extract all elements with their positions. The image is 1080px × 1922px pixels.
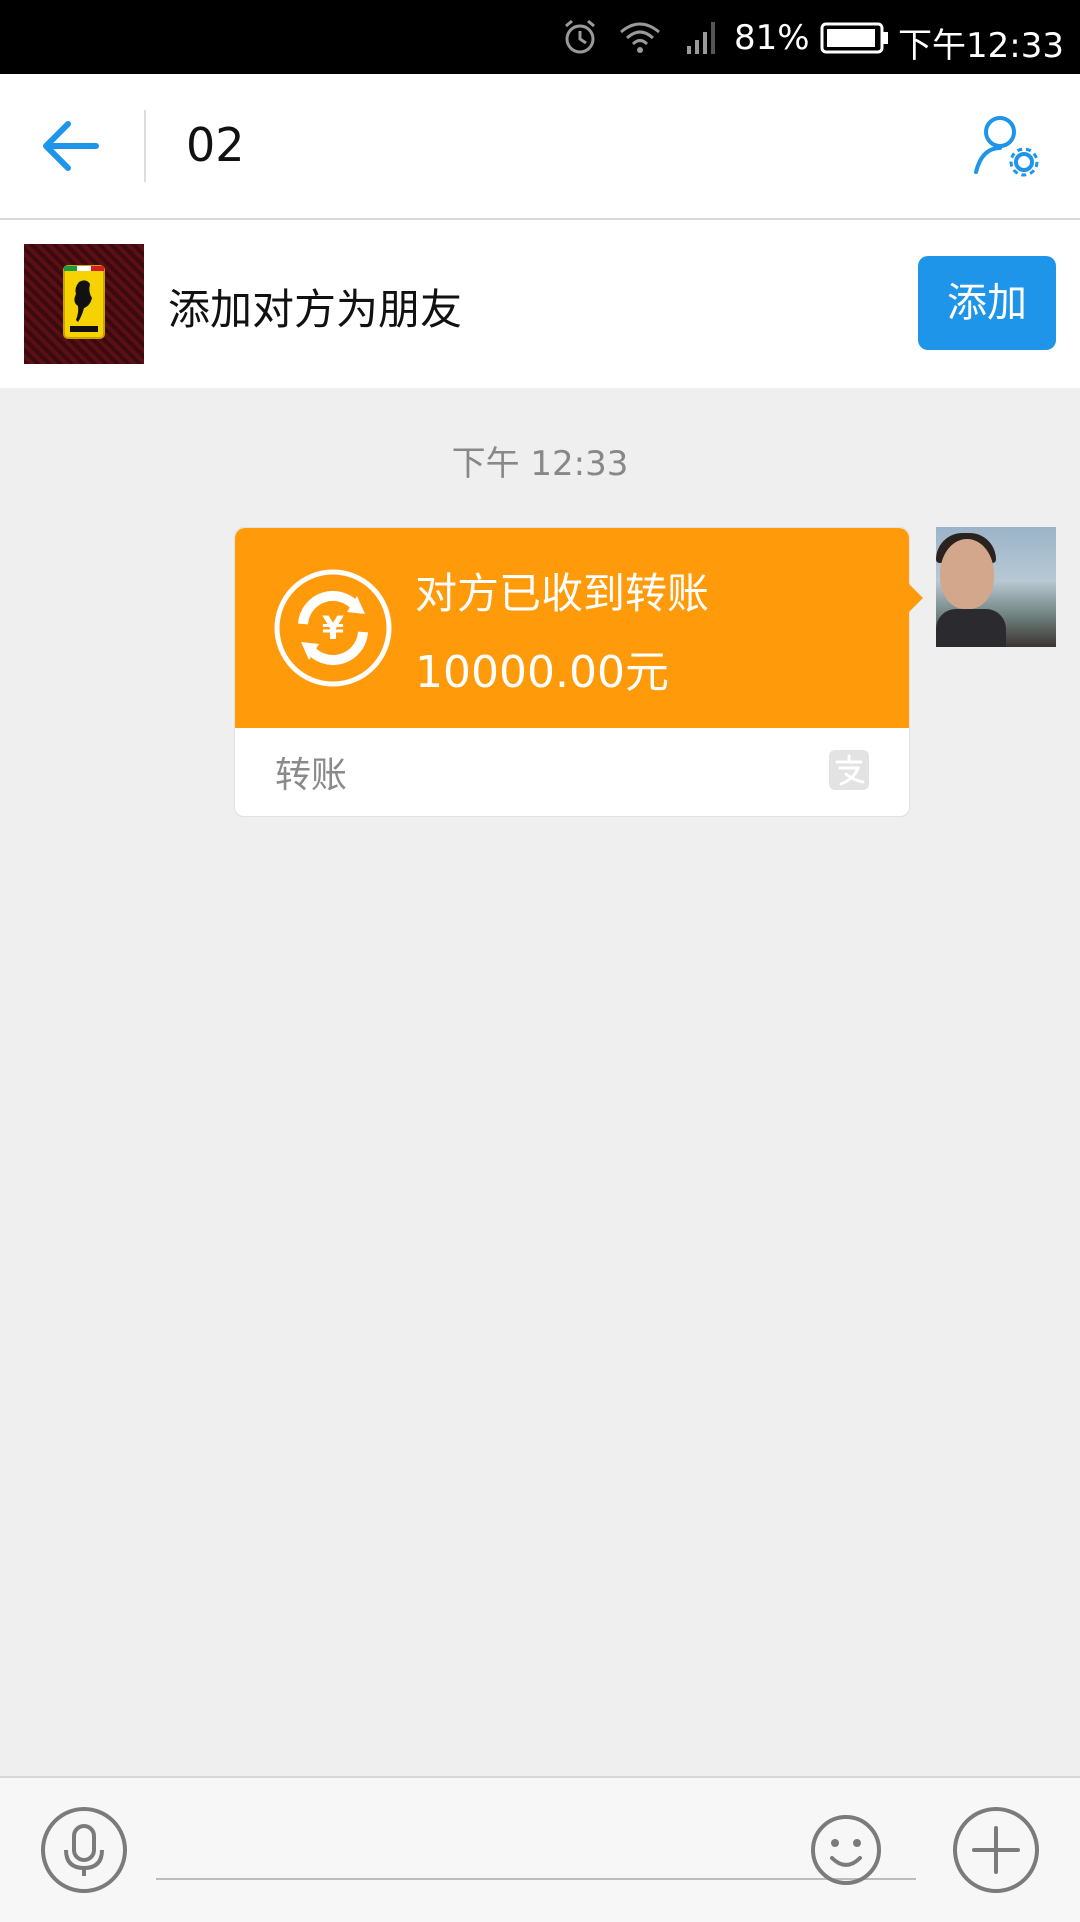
avatar-face xyxy=(940,539,994,609)
add-friend-label: 添加对方为朋友 xyxy=(168,285,463,334)
transfer-card-header: ¥ 对方已收到转账 10000.00元 xyxy=(235,528,909,728)
alipay-icon xyxy=(829,750,869,790)
bubble-tail xyxy=(907,582,923,614)
profile-settings-icon xyxy=(974,116,1039,177)
transfer-message-card[interactable]: ¥ 对方已收到转账 10000.00元 转账 xyxy=(234,527,923,817)
status-time: 下午12:33 xyxy=(898,26,1064,66)
transfer-card-footer: 转账 xyxy=(235,728,909,816)
status-bar: 81% 下午12:33 xyxy=(0,0,1080,74)
chat-header: 02 xyxy=(0,74,1080,220)
chat-title: 02 xyxy=(186,118,245,172)
back-button[interactable] xyxy=(40,118,102,174)
add-friend-button[interactable]: 添加 xyxy=(918,256,1056,350)
transfer-coin-icon: ¥ xyxy=(274,569,392,687)
signal-icon xyxy=(687,22,715,54)
back-arrow-icon xyxy=(43,121,99,171)
alarm-icon xyxy=(565,19,595,54)
emoji-button[interactable] xyxy=(810,1814,882,1886)
more-actions-button[interactable] xyxy=(952,1806,1040,1894)
transfer-status: 对方已收到转账 xyxy=(415,569,710,618)
battery-percent: 81% xyxy=(734,18,810,58)
ferrari-logo-icon xyxy=(63,265,105,339)
header-divider xyxy=(144,110,146,182)
microphone-icon xyxy=(41,1807,127,1893)
my-avatar[interactable] xyxy=(936,527,1056,647)
add-friend-bar: 添加对方为朋友 添加 xyxy=(0,220,1080,388)
battery-icon xyxy=(820,22,888,54)
transfer-amount: 10000.00元 xyxy=(415,647,669,698)
message-timestamp: 下午 12:33 xyxy=(451,444,629,484)
wifi-icon xyxy=(620,22,660,53)
avatar-shoulder xyxy=(936,609,1006,647)
profile-settings-button[interactable] xyxy=(970,112,1042,182)
transfer-type-label: 转账 xyxy=(275,755,348,796)
voice-input-button[interactable] xyxy=(40,1806,128,1894)
svg-text:¥: ¥ xyxy=(322,609,344,647)
message-input-bar xyxy=(0,1776,1080,1922)
contact-avatar[interactable] xyxy=(24,244,144,364)
emoji-icon xyxy=(811,1815,881,1885)
plus-icon xyxy=(953,1807,1039,1893)
message-input[interactable] xyxy=(156,1818,916,1880)
